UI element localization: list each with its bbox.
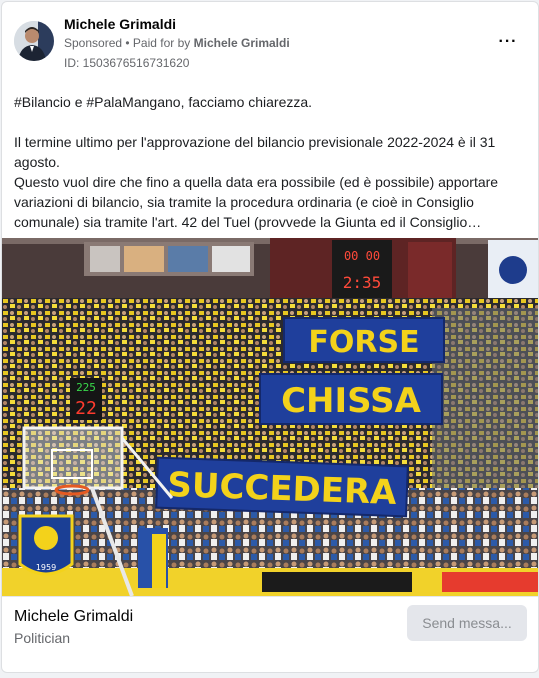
paid-for-prefix: • Paid for by bbox=[125, 36, 191, 50]
ad-id: ID: 1503676516731620 bbox=[64, 56, 190, 70]
post-text-line[interactable]: Questo vuol dire che fino a quella data … bbox=[14, 172, 526, 232]
banner-text-3: SUCCEDERA bbox=[167, 465, 398, 513]
post-text-line: Il termine ultimo per l'approvazione del… bbox=[14, 134, 496, 170]
author-avatar[interactable] bbox=[14, 21, 54, 61]
ad-card: Michele Grimaldi Sponsored • Paid for by… bbox=[1, 1, 539, 673]
page-category: Politician bbox=[14, 630, 71, 646]
more-options-icon[interactable]: ··· bbox=[496, 30, 520, 54]
scoreboard-clock: 2:35 bbox=[343, 273, 382, 292]
post-text-line: #Bilancio e #PalaMangano, facciamo chiar… bbox=[14, 94, 313, 110]
crest-year: 1959 bbox=[36, 563, 56, 572]
post-text: #Bilancio e #PalaMangano, facciamo chiar… bbox=[14, 92, 526, 232]
page-name[interactable]: Michele Grimaldi bbox=[14, 608, 133, 626]
scoreboard-score: 00 00 bbox=[344, 249, 380, 263]
paid-for-name: Michele Grimaldi bbox=[193, 36, 290, 50]
shot-clock-top: 225 bbox=[76, 381, 96, 394]
post-footer: Michele Grimaldi Politician Send messa..… bbox=[2, 596, 538, 672]
send-message-button[interactable]: Send messa... bbox=[407, 605, 527, 641]
post-header: Michele Grimaldi Sponsored • Paid for by… bbox=[2, 2, 538, 80]
sponsored-line: Sponsored • Paid for by Michele Grimaldi bbox=[64, 36, 290, 50]
banner-text-1: FORSE bbox=[308, 325, 419, 360]
sponsored-label[interactable]: Sponsored bbox=[64, 36, 122, 50]
author-name[interactable]: Michele Grimaldi bbox=[64, 16, 176, 32]
post-image[interactable]: 00 00 2:35 FORSE CHISSA SUCCEDERA 225 22… bbox=[2, 238, 538, 596]
banner-text-2: CHISSA bbox=[281, 381, 422, 421]
shot-clock-bottom: 22 bbox=[75, 398, 97, 419]
